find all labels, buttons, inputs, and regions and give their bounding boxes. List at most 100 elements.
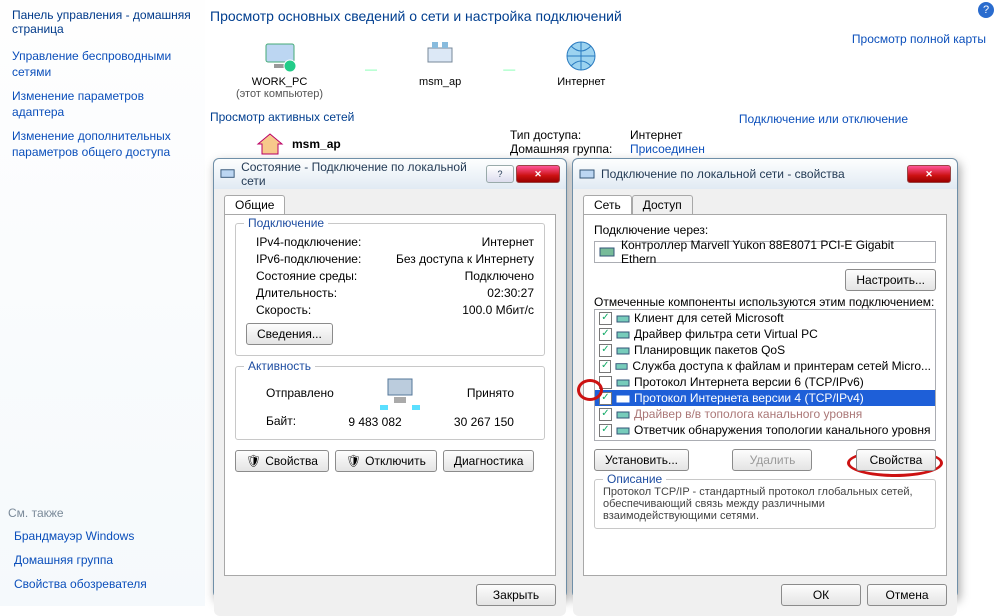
checkbox[interactable] — [599, 376, 612, 389]
props-close-x[interactable]: ✕ — [907, 165, 951, 183]
install-button[interactable]: Установить... — [594, 449, 689, 471]
access-type-label: Тип доступа: — [510, 128, 630, 142]
adapter-field: Контроллер Marvell Yukon 88E8071 PCI-E G… — [594, 241, 936, 263]
configure-button[interactable]: Настроить... — [845, 269, 936, 291]
ok-button[interactable]: ОК — [781, 584, 861, 606]
pc-name: WORK_PC — [236, 76, 323, 88]
ipv6-value: Без доступа к Интернету — [396, 252, 534, 266]
component-label: Протокол Интернета версии 6 (TCP/IPv6) — [634, 375, 864, 389]
props-titlebar[interactable]: Подключение по локальной сети - свойства… — [573, 159, 957, 189]
details-button[interactable]: Сведения... — [246, 323, 333, 345]
protocol-icon — [616, 391, 630, 405]
component-label: Служба доступа к файлам и принтерам сете… — [632, 359, 931, 373]
checkbox[interactable] — [599, 344, 612, 357]
network-map: WORK_PC (этот компьютер) — msm_ap — Инте… — [236, 38, 996, 100]
speed-label: Скорость: — [256, 303, 311, 317]
protocol-icon — [616, 327, 630, 341]
speed-value: 100.0 Мбит/с — [462, 303, 534, 317]
pc-subtitle: (этот компьютер) — [236, 88, 323, 100]
checkbox[interactable] — [599, 392, 612, 405]
received-label: Принято — [467, 386, 514, 400]
homegroup-label: Домашняя группа: — [510, 142, 630, 156]
adapter-icon — [220, 166, 235, 182]
checkbox[interactable] — [599, 424, 612, 437]
component-item[interactable]: Планировщик пакетов QoS — [595, 342, 935, 358]
component-item[interactable]: Протокол Интернета версии 6 (TCP/IPv6) — [595, 374, 935, 390]
components-list[interactable]: Клиент для сетей Microsoft Драйвер фильтр… — [594, 309, 936, 441]
homegroup-value[interactable]: Присоединен — [630, 142, 705, 156]
item-properties-button[interactable]: Свойства — [856, 449, 936, 471]
adapter-icon — [579, 166, 595, 182]
network-name[interactable]: msm_ap — [292, 137, 341, 151]
sidebar: Панель управления - домашняя страница Уп… — [0, 0, 205, 606]
shield-icon: 🛡 — [346, 454, 361, 468]
control-panel-home[interactable]: Панель управления - домашняя страница — [12, 8, 197, 36]
description-header: Описание — [603, 472, 666, 486]
component-item[interactable]: Драйвер фильтра сети Virtual PC — [595, 326, 935, 342]
component-label: Драйвер фильтра сети Virtual PC — [634, 327, 818, 341]
component-item[interactable]: Протокол Интернета версии 4 (TCP/IPv4) — [595, 390, 935, 406]
ap-name: msm_ap — [419, 76, 461, 88]
connect-via-label: Подключение через: — [594, 223, 936, 237]
sidebar-link-adapter-settings[interactable]: Изменение параметров адаптера — [12, 88, 197, 120]
checkbox[interactable] — [599, 312, 612, 325]
see-also-homegroup[interactable]: Домашняя группа — [14, 552, 195, 568]
bytes-label: Байт: — [266, 414, 296, 428]
status-dialog: Состояние - Подключение по локальной сет… — [213, 158, 567, 598]
media-value: Подключено — [465, 269, 534, 283]
description-text: Протокол TCP/IP - стандартный протокол г… — [603, 486, 927, 522]
sidebar-link-sharing-settings[interactable]: Изменение дополнительных параметров обще… — [12, 128, 197, 160]
internet-node[interactable]: Интернет — [557, 38, 605, 88]
duration-value: 02:30:27 — [487, 286, 534, 300]
bytes-sent-value: 9 483 082 — [348, 415, 401, 429]
protocol-icon — [616, 343, 630, 357]
sidebar-link-wireless[interactable]: Управление беспроводными сетями — [12, 48, 197, 80]
network-icon — [422, 38, 458, 74]
see-also-browser[interactable]: Свойства обозревателя — [14, 576, 195, 592]
component-item[interactable]: Клиент для сетей Microsoft — [595, 310, 935, 326]
access-type-box: Тип доступа:Интернет Домашняя группа:При… — [510, 128, 705, 156]
tab-network[interactable]: Сеть — [583, 195, 632, 214]
see-also-firewall[interactable]: Брандмауэр Windows — [14, 528, 195, 544]
protocol-icon — [616, 423, 630, 437]
checkbox[interactable] — [599, 328, 612, 341]
page-title: Просмотр основных сведений о сети и наст… — [210, 8, 996, 24]
protocol-icon — [616, 311, 630, 325]
checkbox[interactable] — [599, 360, 611, 373]
protocol-icon — [616, 407, 630, 421]
cancel-button[interactable]: Отмена — [867, 584, 947, 606]
properties-dialog: Подключение по локальной сети - свойства… — [572, 158, 958, 598]
access-type-value: Интернет — [630, 128, 682, 142]
activity-icon — [378, 375, 422, 411]
pc-node[interactable]: WORK_PC (этот компьютер) — [236, 38, 323, 100]
tab-general[interactable]: Общие — [224, 195, 285, 214]
status-titlebar[interactable]: Состояние - Подключение по локальной сет… — [214, 159, 566, 189]
house-icon — [256, 132, 284, 156]
component-item[interactable]: Драйвер в/в тополога канального уровня — [595, 406, 935, 422]
close-button[interactable]: Закрыть — [476, 584, 556, 606]
tab-access[interactable]: Доступ — [632, 195, 693, 214]
view-full-map-link[interactable]: Просмотр полной карты — [852, 32, 986, 46]
status-close-x[interactable]: ✕ — [516, 165, 560, 183]
shield-icon: 🛡 — [246, 454, 261, 468]
disable-button[interactable]: 🛡Отключить — [335, 450, 437, 472]
see-also-header: См. также — [8, 506, 197, 520]
ap-node[interactable]: msm_ap — [419, 38, 461, 88]
component-item[interactable]: Служба доступа к файлам и принтерам сете… — [595, 358, 935, 374]
duration-label: Длительность: — [256, 286, 337, 300]
remove-button: Удалить — [732, 449, 812, 471]
properties-button[interactable]: 🛡Свойства — [235, 450, 329, 472]
internet-name: Интернет — [557, 76, 605, 88]
group-activity: Активность — [244, 359, 315, 373]
component-label: Планировщик пакетов QoS — [634, 343, 785, 357]
help-button[interactable]: ? — [486, 165, 514, 183]
adapter-name: Контроллер Marvell Yukon 88E8071 PCI-E G… — [621, 238, 931, 266]
component-item[interactable]: Ответчик обнаружения топологии канальног… — [595, 422, 935, 438]
connect-disconnect-link[interactable]: Подключение или отключение — [739, 112, 908, 126]
protocol-icon — [615, 359, 628, 373]
bytes-recv-value: 30 267 150 — [454, 415, 514, 429]
checkbox[interactable] — [599, 408, 612, 421]
component-label: Клиент для сетей Microsoft — [634, 311, 784, 325]
media-label: Состояние среды: — [256, 269, 357, 283]
diagnose-button[interactable]: Диагностика — [443, 450, 535, 472]
